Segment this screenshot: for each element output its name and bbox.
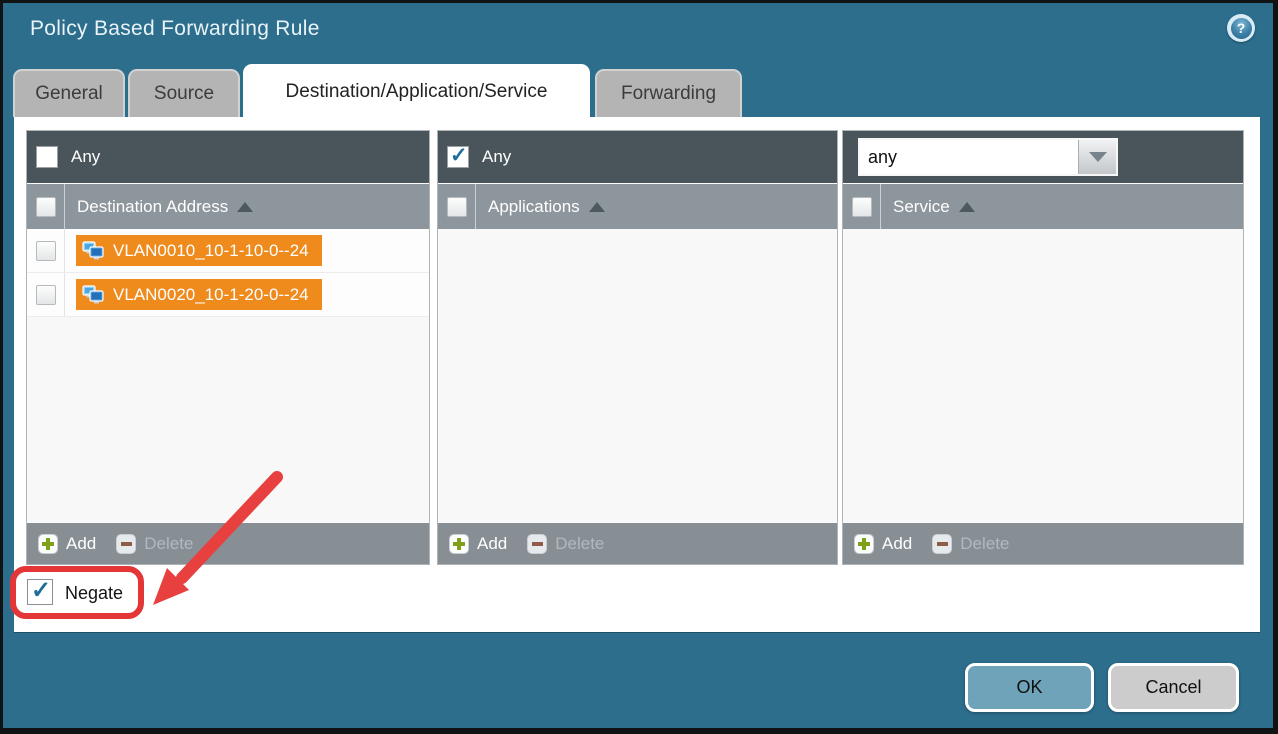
delete-minus-icon xyxy=(116,534,136,554)
applications-add-button[interactable]: Add xyxy=(449,534,507,554)
destination-select-all-checkbox[interactable] xyxy=(36,197,56,217)
dropdown-button[interactable] xyxy=(1078,140,1116,174)
negate-label: Negate xyxy=(65,583,123,604)
network-address-icon xyxy=(82,285,105,304)
network-address-icon xyxy=(82,241,105,260)
destination-list: VLAN0010_10-1-10-0--24 VLAN00 xyxy=(27,229,429,522)
applications-any-label: Any xyxy=(482,147,511,167)
destination-toolbar: Add Delete xyxy=(27,522,429,564)
service-header-label[interactable]: Service xyxy=(893,197,950,217)
destination-any-label: Any xyxy=(71,147,100,167)
service-add-button[interactable]: Add xyxy=(854,534,912,554)
service-list xyxy=(843,229,1243,522)
address-object-chip[interactable]: VLAN0020_10-1-20-0--24 xyxy=(76,279,322,310)
sort-ascending-icon[interactable] xyxy=(237,202,253,212)
destination-any-bar: Any xyxy=(27,131,429,183)
service-select-all-checkbox[interactable] xyxy=(852,197,872,217)
tab-forwarding[interactable]: Forwarding xyxy=(595,69,742,117)
service-any-bar: any xyxy=(843,131,1243,183)
applications-any-bar: Any xyxy=(438,131,837,183)
dialog-title: Policy Based Forwarding Rule xyxy=(30,17,320,41)
destination-address-column: Any Destination Address xyxy=(26,130,430,565)
applications-column: Any Applications Add Delete xyxy=(437,130,838,565)
applications-toolbar: Add Delete xyxy=(438,522,837,564)
applications-header-label[interactable]: Applications xyxy=(488,197,580,217)
destination-row-checkbox[interactable] xyxy=(36,285,56,305)
help-question-glyph: ? xyxy=(1231,18,1252,39)
applications-any-checkbox[interactable] xyxy=(447,146,469,168)
destination-row[interactable]: VLAN0010_10-1-10-0--24 xyxy=(27,229,429,273)
add-plus-icon xyxy=(854,534,874,554)
applications-select-all-checkbox[interactable] xyxy=(447,197,467,217)
service-toolbar: Add Delete xyxy=(843,522,1243,564)
chevron-down-icon xyxy=(1089,152,1107,162)
applications-column-header: Applications xyxy=(438,183,837,229)
service-dropdown[interactable]: any xyxy=(858,138,1118,176)
destination-column-header: Destination Address xyxy=(27,183,429,229)
applications-list xyxy=(438,229,837,522)
delete-minus-icon xyxy=(932,534,952,554)
help-icon[interactable]: ? xyxy=(1227,14,1255,42)
address-object-name: VLAN0020_10-1-20-0--24 xyxy=(113,285,309,305)
negate-checkbox[interactable] xyxy=(27,579,53,605)
address-object-name: VLAN0010_10-1-10-0--24 xyxy=(113,241,309,261)
destination-delete-button[interactable]: Delete xyxy=(116,534,193,554)
sort-ascending-icon[interactable] xyxy=(589,202,605,212)
add-plus-icon xyxy=(449,534,469,554)
tab-source[interactable]: Source xyxy=(128,69,240,117)
add-plus-icon xyxy=(38,534,58,554)
sort-ascending-icon[interactable] xyxy=(959,202,975,212)
cancel-button[interactable]: Cancel xyxy=(1108,663,1239,712)
ok-button[interactable]: OK xyxy=(965,663,1094,712)
destination-add-button[interactable]: Add xyxy=(38,534,96,554)
service-column: any Service Add Delete xyxy=(842,130,1244,565)
applications-delete-button[interactable]: Delete xyxy=(527,534,604,554)
service-dropdown-value: any xyxy=(860,140,1078,174)
service-delete-button[interactable]: Delete xyxy=(932,534,1009,554)
pbf-rule-dialog: Policy Based Forwarding Rule ? General S… xyxy=(0,0,1278,734)
destination-any-checkbox[interactable] xyxy=(36,146,58,168)
destination-header-label[interactable]: Destination Address xyxy=(77,197,228,217)
service-column-header: Service xyxy=(843,183,1243,229)
address-object-chip[interactable]: VLAN0010_10-1-10-0--24 xyxy=(76,235,322,266)
delete-minus-icon xyxy=(527,534,547,554)
destination-row[interactable]: VLAN0020_10-1-20-0--24 xyxy=(27,273,429,317)
destination-row-checkbox[interactable] xyxy=(36,241,56,261)
tab-general[interactable]: General xyxy=(13,69,125,117)
tab-destination-application-service[interactable]: Destination/Application/Service xyxy=(243,64,590,117)
